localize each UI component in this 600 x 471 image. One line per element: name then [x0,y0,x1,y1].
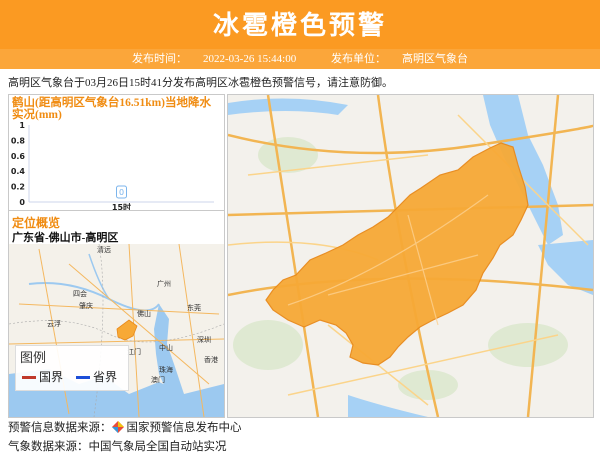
weather-source: 气象数据来源：中国气象局全国自动站实况 [8,441,227,453]
location-value: 广东省-佛山市-高明区 [12,232,119,244]
place-label: 清远 [97,245,111,254]
national-border-swatch [22,376,36,379]
svg-text:0: 0 [119,188,124,197]
publish-time: 2022-03-26 15:44:00 [203,53,297,65]
warning-source: 预警信息数据来源： 国家预警信息发布中心 [8,419,242,435]
place-label: 深圳 [197,335,211,344]
legend-label-provincial: 省界 [93,370,118,384]
place-label: 广州 [157,279,171,288]
legend-title: 图例 [20,351,47,366]
publish-time-label: 发布时间： [132,53,188,65]
publish-info-bar: 发布时间： 2022-03-26 15:44:00 发布单位： 高明区气象台 [0,49,600,69]
y-tick-label: 1 [19,121,25,130]
nmc-logo-icon [111,421,124,433]
location-panel: 定位概览 广东省-佛山市-高明区 清远 广州 四会 肇庆 佛山 东莞 云浮 江门 中山 深圳 香港澳… [8,210,225,418]
page-title: 冰雹橙色预警 [212,11,387,41]
y-tick-label: 0.6 [11,152,26,161]
place-label: 澳门 [151,375,165,384]
y-tick-label: 0.8 [11,136,26,145]
warning-source-name: 国家预警信息发布中心 [126,422,242,434]
place-label: 东莞 [187,303,201,312]
main-warning-map[interactable] [227,94,594,418]
y-tick-label: 0.4 [11,167,26,176]
provincial-border-swatch [76,376,90,379]
place-label: 江门 [127,347,141,356]
legend-label-national: 国界 [39,370,64,384]
place-label: 肇庆 [79,301,93,310]
rain-chart: 00.20.40.60.81015时 [11,121,214,211]
place-label: 珠海 [159,365,173,374]
y-tick-label: 0 [19,198,25,207]
publisher-label: 发布单位： [330,53,386,65]
publisher: 高明区气象台 [401,53,468,65]
place-label: 佛山 [137,309,151,318]
y-tick-label: 0.2 [11,183,25,192]
legend-item-national: 国界 [22,368,63,385]
warning-source-label: 预警信息数据来源： [8,422,112,434]
legend-item-provincial: 省界 [76,368,117,385]
warning-description: 高明区气象台于03月26日15时41分发布高明区冰雹橙色预警信号，请注意防御。 [8,77,393,89]
place-label: 云浮 [47,319,61,328]
rain-chart-panel: 鹤山(距高明区气象台16.51km)当地降水实况(mm) 0 0.2 0.4 0.6 0… [8,94,225,212]
locator-map[interactable]: 清远广州四会肇庆佛山 东莞云浮江门 中山 深圳香港澳门 珠海 [9,243,224,417]
place-label: 香港 [204,355,218,364]
map-legend: 图例 国界 省界 [15,345,129,391]
header-banner: 冰雹橙色预警 [0,0,600,49]
place-label: 中山 [159,343,173,352]
data-label: 0 [116,185,127,199]
place-label: 四会 [73,289,87,298]
